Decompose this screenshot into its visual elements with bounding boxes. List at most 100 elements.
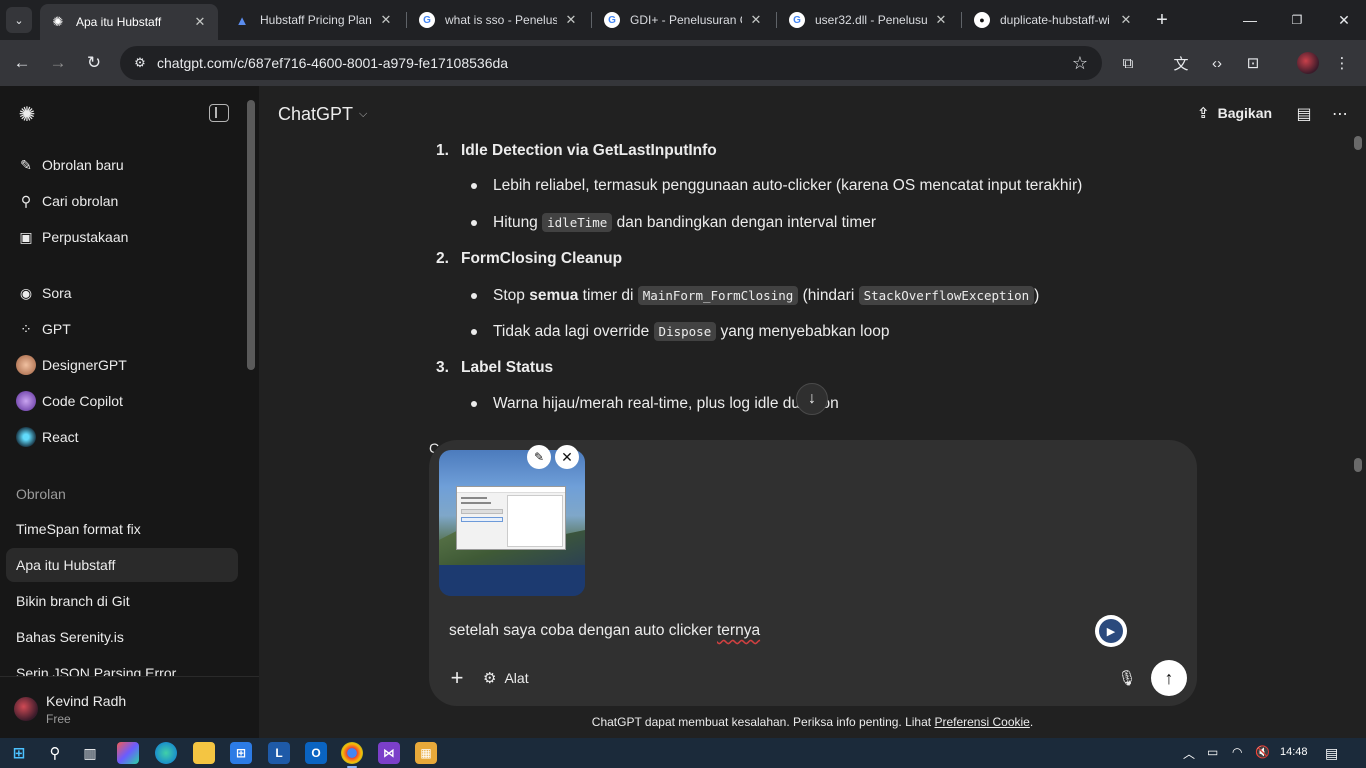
chat-scrollbar-top-arrow[interactable] <box>1354 136 1362 150</box>
copilot-avatar <box>16 391 36 411</box>
sidebar-item-code-copilot[interactable]: Code Copilot <box>6 384 238 418</box>
translate-icon[interactable]: 文 <box>1170 52 1192 74</box>
sliders-icon: ⚙ <box>483 670 497 687</box>
tab-separator <box>591 12 592 28</box>
openai-icon: ✺ <box>52 14 64 29</box>
windows-start-icon[interactable]: ⊞ <box>8 742 30 764</box>
copilot-icon[interactable] <box>117 742 139 764</box>
sidebar-item-search-chats[interactable]: ⚲ Cari obrolan <box>6 184 238 218</box>
extensions-icon[interactable]: ⧉ <box>1117 52 1139 74</box>
browser-toolbar: ← → ↻ ⚙ chatgpt.com/c/687ef716-4600-8001… <box>0 40 1366 86</box>
list-heading-3: 3. Label Status <box>436 359 554 376</box>
url-text[interactable]: chatgpt.com/c/687ef716-4600-8001-a979-fe… <box>157 55 508 71</box>
cookie-preferences-link[interactable]: Preferensi Cookie <box>934 715 1029 729</box>
prompt-input[interactable]: setelah saya coba dengan auto clicker te… <box>449 622 760 640</box>
close-tab-icon[interactable]: ✕ <box>192 14 208 30</box>
browser-menu-icon[interactable]: ⋮ <box>1331 52 1353 74</box>
tab-what-is-sso[interactable]: G what is sso - Penelusuran ✕ <box>409 4 589 36</box>
sidebar-item-sora[interactable]: ◉ Sora <box>6 276 238 310</box>
tab-user32-dll[interactable]: G user32.dll - Penelusuran ✕ <box>779 4 959 36</box>
l-app-icon[interactable]: L <box>268 742 290 764</box>
profile-avatar[interactable] <box>1297 52 1319 74</box>
chat-item-timespan[interactable]: TimeSpan format fix <box>6 512 238 546</box>
bullet-dot <box>471 328 477 335</box>
user-name: Kevind Radh <box>46 693 127 709</box>
wifi-icon[interactable]: ◠ <box>1232 745 1242 759</box>
tray-chevron-icon[interactable]: ︿ <box>1183 745 1195 762</box>
devtools-code-icon[interactable]: ‹› <box>1206 52 1228 74</box>
list-heading-1: 1. Idle Detection via GetLastInputInfo <box>436 142 717 159</box>
forward-icon[interactable]: → <box>46 51 70 75</box>
sidebar-item-react[interactable]: React <box>6 420 238 454</box>
edit-attachment-icon[interactable]: ✎ <box>527 445 551 469</box>
openai-logo-icon[interactable]: ✺ <box>16 103 38 126</box>
chrome-icon[interactable] <box>341 742 363 768</box>
sidebar-item-gpt[interactable]: ⁘ GPT <box>6 312 238 346</box>
restore-window-icon[interactable]: ❐ <box>1285 8 1309 32</box>
scroll-to-bottom-button[interactable]: ↓ <box>796 383 828 415</box>
minimize-window-icon[interactable]: — <box>1238 8 1262 32</box>
bullet-dot <box>471 183 477 189</box>
sidebar-item-designergpt[interactable]: DesignerGPT <box>6 348 238 382</box>
address-bar[interactable]: ⚙ chatgpt.com/c/687ef716-4600-8001-a979-… <box>120 46 1102 80</box>
tab-separator <box>776 12 777 28</box>
close-window-icon[interactable]: ✕ <box>1332 8 1356 32</box>
notifications-icon[interactable]: ▤ <box>1325 745 1338 762</box>
chat-scrollbar-thumb[interactable] <box>1354 458 1362 472</box>
app-icon[interactable]: ▦ <box>415 742 437 764</box>
screenshot-icon[interactable]: ⊡ <box>1242 52 1264 74</box>
attached-image-thumbnail[interactable] <box>439 450 585 596</box>
sidebar-item-new-chat[interactable]: ✎ Obrolan baru <box>6 148 238 182</box>
back-icon[interactable]: ← <box>10 51 34 75</box>
battery-icon[interactable]: ▭ <box>1207 745 1218 759</box>
tab-hubstaff-pricing[interactable]: ▲ Hubstaff Pricing Plans ✕ <box>224 4 404 36</box>
close-tab-icon[interactable]: ✕ <box>933 12 949 28</box>
google-icon: G <box>419 12 435 28</box>
tools-button[interactable]: ⚙ Alat <box>483 666 529 690</box>
tab-apa-itu-hubstaff[interactable]: ✺ Apa itu Hubstaff ✕ <box>40 4 218 40</box>
github-icon: ● <box>974 12 990 28</box>
chat-item-serenity[interactable]: Bahas Serenity.is <box>6 620 238 654</box>
edit-icon: ✎ <box>20 156 32 173</box>
new-tab-button[interactable]: + <box>1150 8 1174 32</box>
google-icon: G <box>789 12 805 28</box>
volume-muted-icon[interactable]: 🔇 <box>1255 745 1270 759</box>
add-attachment-button[interactable]: + <box>443 664 471 692</box>
tab-search-button[interactable]: ⌄ <box>6 7 32 33</box>
list-item: Tidak ada lagi override Dispose yang men… <box>471 322 889 341</box>
close-tab-icon[interactable]: ✕ <box>1118 12 1134 28</box>
reload-icon[interactable]: ↻ <box>82 51 106 75</box>
taskbar-clock[interactable]: 14:48 <box>1280 746 1308 758</box>
microsoft-store-icon[interactable]: ⊞ <box>230 742 252 764</box>
task-view-icon[interactable]: ▥ <box>79 742 101 764</box>
message-composer[interactable]: ✎ ✕ setelah saya coba dengan auto clicke… <box>429 440 1197 706</box>
remove-attachment-icon[interactable]: ✕ <box>555 445 579 469</box>
close-tab-icon[interactable]: ✕ <box>748 12 764 28</box>
tab-duplicate-hubstaff[interactable]: ● duplicate-hubstaff-wi ✕ <box>964 4 1144 36</box>
chat-item-hubstaff[interactable]: Apa itu Hubstaff <box>6 548 238 582</box>
bookmark-star-icon[interactable]: ☆ <box>1072 53 1088 74</box>
list-item: Lebih reliabel, termasuk penggunaan auto… <box>471 177 1082 195</box>
windows-taskbar: ⊞ ⚲ ▥ ⊞ L O ⋈ ▦ ︿ ▭ ◠ 🔇 14:48 ▤ <box>0 738 1366 768</box>
sidebar-item-library[interactable]: ▣ Perpustakaan <box>6 220 238 254</box>
outlook-icon[interactable]: O <box>305 742 327 764</box>
tab-gdi-plus[interactable]: G GDI+ - Penelusuran Google ✕ <box>594 4 774 36</box>
visual-studio-icon[interactable]: ⋈ <box>378 742 400 764</box>
site-info-icon[interactable]: ⚙ <box>132 55 148 71</box>
file-explorer-icon[interactable] <box>193 742 215 764</box>
sidebar: ✺ ✎ Obrolan baru ⚲ Cari obrolan ▣ Perpus… <box>0 86 259 738</box>
sidebar-toggle-icon[interactable] <box>209 104 229 122</box>
list-heading-2: 2. FormClosing Cleanup <box>436 250 623 267</box>
close-tab-icon[interactable]: ✕ <box>378 12 394 28</box>
bullet-dot <box>471 219 477 226</box>
extension-assistant-button[interactable]: ▶ <box>1095 615 1127 647</box>
close-tab-icon[interactable]: ✕ <box>563 12 579 28</box>
inline-code: StackOverflowException <box>858 286 1035 305</box>
edge-icon[interactable] <box>155 742 177 764</box>
chat-item-git-branch[interactable]: Bikin branch di Git <box>6 584 238 618</box>
user-profile-button[interactable]: Kevind Radh Free <box>0 676 259 738</box>
send-button[interactable]: ↑ <box>1151 660 1187 696</box>
sidebar-scrollbar[interactable] <box>247 100 255 370</box>
search-icon[interactable]: ⚲ <box>44 742 66 764</box>
microphone-icon[interactable]: 🎙 <box>1115 666 1139 690</box>
